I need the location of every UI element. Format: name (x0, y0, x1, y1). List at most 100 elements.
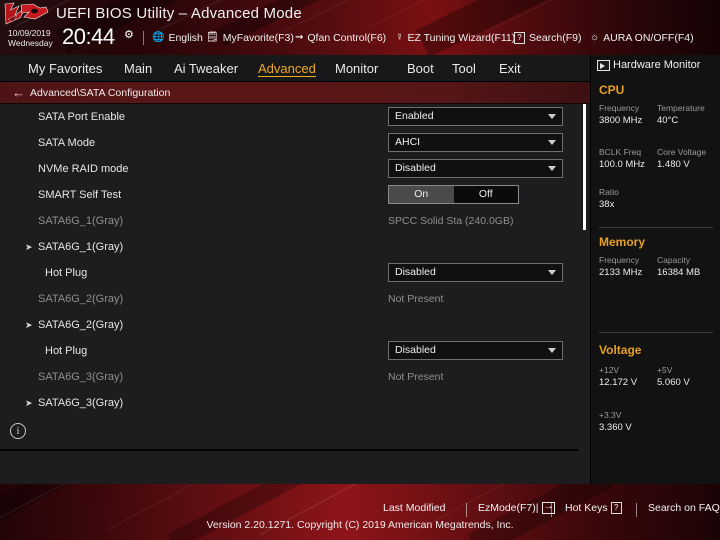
hm-key: Frequency (599, 103, 640, 113)
hm-divider (599, 227, 713, 228)
setting-label: SMART Self Test (38, 189, 122, 201)
footer-last-modified[interactable]: Last Modified (383, 502, 445, 514)
setting-row[interactable]: SATA6G_2(Gray) Not Present (0, 286, 578, 312)
setting-label: SATA6G_1(Gray) (38, 241, 124, 253)
hardware-monitor-title: Hardware Monitor (597, 59, 700, 71)
footer-hotkeys[interactable]: Hot Keys ? (565, 502, 622, 514)
hm-value: 2133 MHz (599, 267, 643, 278)
setting-row[interactable]: NVMe RAID mode Disabled (0, 156, 578, 182)
chevron-down-icon (548, 140, 556, 145)
hm-value: 3800 MHz (599, 115, 643, 126)
header-item-label: EZ Tuning Wizard(F11) (407, 32, 516, 44)
aura-light-icon: ☼ (590, 32, 600, 43)
hm-key: Core Voltage (657, 147, 707, 157)
weekday-value: Wednesday (8, 38, 53, 48)
date-display: 10/09/2019 Wednesday (8, 28, 53, 48)
toggle-option-off[interactable]: Off (454, 186, 519, 203)
setting-label: SATA Mode (38, 137, 96, 149)
setting-row[interactable]: ➤ SATA6G_3(Gray) (0, 390, 578, 416)
gear-icon[interactable]: ⚙ (124, 28, 134, 41)
question-box-icon: ? (514, 32, 525, 44)
fan-icon: ⇝ (295, 32, 304, 43)
setting-dropdown[interactable]: AHCI (388, 133, 563, 152)
footer-ezmode[interactable]: EzMode(F7)| (478, 501, 555, 514)
tab-main[interactable]: Main (122, 55, 154, 82)
setting-static-value: SPCC Solid Sta (240.0GB) (388, 215, 514, 227)
setting-dropdown[interactable]: Enabled (388, 107, 563, 126)
settings-list: SATA Port Enable Enabled SATA Mode AHCI NVMe… (0, 104, 578, 412)
back-arrow-icon[interactable]: ← (12, 85, 25, 101)
hm-section-voltage: Voltage (599, 343, 642, 357)
setting-label: NVMe RAID mode (38, 163, 129, 175)
rog-logo (4, 2, 49, 25)
version-text: Version 2.20.1271. Copyright (C) 2019 Am… (206, 519, 514, 531)
header-item-label: Search(F9) (529, 32, 582, 44)
hm-key: Ratio (599, 187, 619, 197)
info-icon[interactable]: i (10, 423, 26, 439)
setting-static-value: Not Present (388, 293, 444, 305)
setting-label: Hot Plug (45, 345, 88, 357)
setting-row[interactable]: SATA6G_1(Gray) SPCC Solid Sta (240.0GB) (0, 208, 578, 234)
hm-section-memory: Memory (599, 235, 646, 249)
tab-boot[interactable]: Boot (405, 55, 436, 82)
tab-tool[interactable]: Tool (450, 55, 478, 82)
setting-row[interactable]: ➤ SATA6G_1(Gray) (0, 234, 578, 260)
header-item-aura[interactable]: ☼ AURA ON/OFF(F4) (590, 32, 694, 44)
setting-static-value: Not Present (388, 371, 444, 383)
chevron-down-icon (548, 348, 556, 353)
tab-ai-tweaker[interactable]: Ai Tweaker (172, 55, 240, 82)
header-item-myfavorite[interactable]: 🗒 MyFavorite(F3) (206, 32, 294, 44)
hm-key: Temperature (657, 103, 705, 113)
pane-divider (0, 449, 590, 451)
setting-label: SATA6G_2(Gray) (38, 319, 124, 331)
app-title: UEFI BIOS Utility – Advanced Mode (56, 5, 302, 22)
hm-key: +3.3V (599, 410, 622, 420)
setting-dropdown[interactable]: Disabled (388, 341, 563, 360)
globe-icon: 🌐 (152, 32, 165, 43)
tab-advanced[interactable]: Advanced (256, 55, 318, 82)
setting-row[interactable]: SATA6G_3(Gray) Not Present (0, 364, 578, 390)
setting-row[interactable]: SMART Self Test On Off (0, 182, 578, 208)
setting-label: SATA6G_3(Gray) (38, 371, 124, 383)
settings-pane: SATA Port Enable Enabled SATA Mode AHCI NVMe… (0, 104, 590, 484)
header-item-ez-tuning-wizard[interactable]: ☿ EZ Tuning Wizard(F11) (396, 32, 515, 44)
setting-toggle[interactable]: On Off (388, 185, 519, 204)
scrollbar-thumb[interactable] (583, 104, 586, 230)
setting-row[interactable]: SATA Port Enable Enabled (0, 104, 578, 130)
setting-dropdown[interactable]: Disabled (388, 159, 563, 178)
dropdown-value: AHCI (395, 136, 421, 148)
tab-exit[interactable]: Exit (497, 55, 523, 82)
footer-bar: Last Modified EzMode(F7)| Hot Keys ? Sea… (0, 484, 720, 540)
setting-label: Hot Plug (45, 267, 88, 279)
header-item-english[interactable]: 🌐 English (152, 32, 203, 44)
submenu-arrow-icon: ➤ (25, 242, 33, 252)
breadcrumb: ← Advanced\SATA Configuration (0, 82, 590, 104)
setting-row[interactable]: SATA Mode AHCI (0, 130, 578, 156)
chevron-down-icon (548, 166, 556, 171)
setting-row[interactable]: Hot Plug Disabled (0, 338, 578, 364)
hm-value: 100.0 MHz (599, 159, 645, 170)
tab-monitor[interactable]: Monitor (333, 55, 380, 82)
hm-key: Frequency (599, 255, 640, 265)
clock-display: 20:44 (62, 24, 115, 49)
tab-my-favorites[interactable]: My Favorites (26, 55, 104, 82)
footer-search-faq[interactable]: Search on FAQ (648, 502, 720, 514)
header-item-search[interactable]: ? Search(F9) (514, 32, 582, 44)
hm-value: 3.360 V (599, 422, 632, 433)
setting-row[interactable]: Hot Plug Disabled (0, 260, 578, 286)
hm-key: BCLK Freq (599, 147, 642, 157)
footer-ezmode-label: EzMode(F7)| (478, 502, 539, 514)
setting-row[interactable]: ➤ SATA6G_2(Gray) (0, 312, 578, 338)
header-item-qfan-control[interactable]: ⇝ Qfan Control(F6) (295, 32, 386, 44)
chevron-down-icon (548, 114, 556, 119)
scrollbar-track[interactable] (578, 104, 590, 484)
setting-label: SATA6G_3(Gray) (38, 397, 124, 409)
submenu-arrow-icon: ➤ (25, 320, 33, 330)
setting-label: SATA Port Enable (38, 111, 126, 123)
setting-dropdown[interactable]: Disabled (388, 263, 563, 282)
hm-divider (599, 332, 713, 333)
toggle-option-on[interactable]: On (389, 186, 454, 203)
exit-arrow-icon (541, 501, 555, 514)
hm-value: 40°C (657, 115, 679, 126)
header-bar: UEFI BIOS Utility – Advanced Mode 10/09/… (0, 0, 720, 55)
